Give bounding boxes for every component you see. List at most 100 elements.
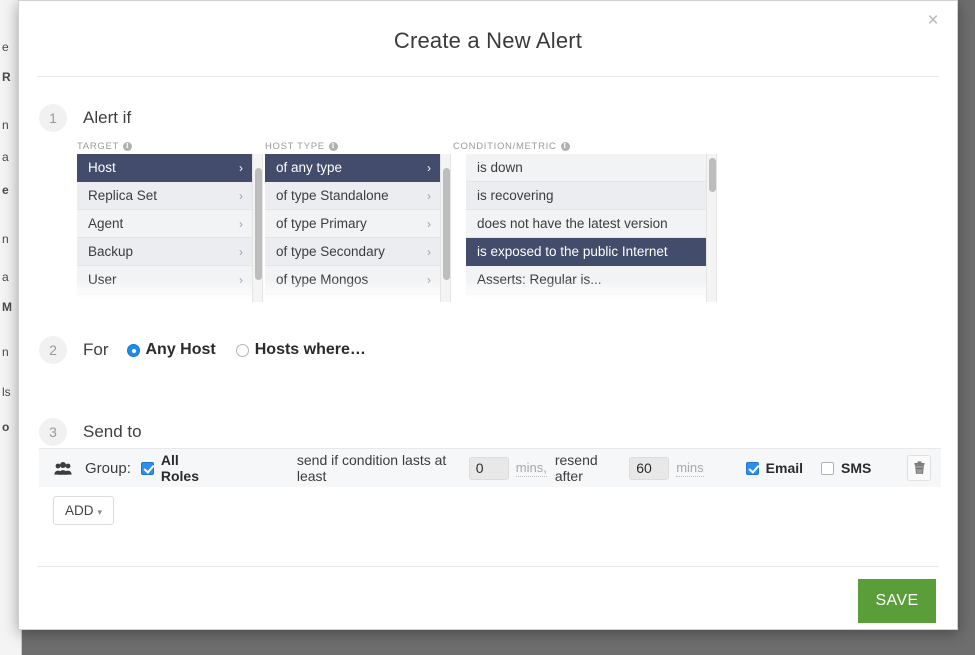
- host-scope-label: Hosts where…: [254, 341, 366, 358]
- picker-option-list[interactable]: Host›Replica Set›Agent›Backup›User›Group…: [77, 154, 252, 302]
- picker-option-label: Agent: [88, 216, 124, 231]
- picker-option-label: of any type: [276, 160, 343, 175]
- background-text-fragment: n: [2, 345, 9, 359]
- picker-option-label: of type Primary: [276, 216, 367, 231]
- picker-column-title: TARGET: [77, 141, 120, 152]
- step-2-number: 2: [39, 336, 67, 364]
- chevron-right-icon: ›: [427, 245, 431, 259]
- add-button-label: ADD: [65, 503, 94, 518]
- picker-option[interactable]: is down: [466, 154, 706, 182]
- background-text-fragment: R: [2, 70, 11, 84]
- picker-option-label: of type Standalone: [276, 188, 389, 203]
- background-text-fragment: ls: [2, 385, 11, 399]
- picker-option[interactable]: Host ›: [77, 154, 252, 182]
- picker-option[interactable]: Backup ›: [77, 238, 252, 266]
- picker-scrollbar[interactable]: [706, 154, 717, 302]
- picker-option[interactable]: Asserts: Warning is...: [466, 294, 706, 302]
- condition-picker: TARGET i Host › Replica Set › Agent › Backup › Use…: [77, 139, 717, 302]
- sms-checkbox[interactable]: [821, 461, 835, 475]
- radio-button[interactable]: [126, 343, 140, 357]
- host-scope-label: Any Host: [145, 341, 216, 358]
- chevron-right-icon: ›: [427, 273, 431, 287]
- picker-option[interactable]: Replica Set ›: [77, 182, 252, 210]
- scrollbar-thumb[interactable]: [443, 168, 450, 280]
- picker-option-label: is exposed to the public Internet: [477, 244, 668, 259]
- picker-option[interactable]: Group ›: [77, 294, 252, 302]
- picker-option[interactable]: does not have the latest version: [466, 210, 706, 238]
- step-send-to: 3 Send to: [19, 418, 957, 446]
- radio-button[interactable]: [235, 343, 249, 357]
- add-button[interactable]: ADD ▾: [53, 496, 115, 525]
- step-for: 2 For Any Host Hosts where…: [19, 336, 957, 364]
- info-icon[interactable]: i: [328, 142, 338, 151]
- picker-option[interactable]: of type Primary ›: [265, 210, 440, 238]
- picker-option-label: Asserts: Warning is...: [477, 300, 604, 302]
- picker-option[interactable]: Agent ›: [77, 210, 252, 238]
- condition-duration-label: send if condition lasts at least: [296, 452, 447, 484]
- picker-column-2: HOST TYPE i of any type › of type Standalone…: [265, 139, 453, 302]
- background-text-fragment: n: [2, 232, 9, 246]
- picker-column-title: HOST TYPE: [265, 141, 325, 152]
- background-text-fragment: a: [2, 150, 9, 164]
- notification-panel: Group: All Roles send if condition lasts…: [39, 448, 941, 525]
- step-1-number: 1: [39, 104, 67, 132]
- step-2-header: 2 For Any Host Hosts where…: [19, 336, 957, 364]
- background-text-fragment: e: [2, 40, 9, 54]
- header-divider: [37, 76, 939, 77]
- picker-option-label: of type Mongos: [276, 272, 369, 287]
- chevron-right-icon: ›: [239, 217, 243, 231]
- picker-column-title: CONDITION/METRIC: [453, 141, 557, 152]
- chevron-right-icon: ›: [427, 217, 431, 231]
- picker-option[interactable]: is exposed to the public Internet: [466, 238, 706, 266]
- picker-option-label: Host: [88, 160, 116, 175]
- picker-option[interactable]: of type Mongos ›: [265, 266, 440, 294]
- chevron-right-icon: ›: [427, 294, 431, 302]
- picker-option[interactable]: of type Config ›: [265, 294, 440, 302]
- picker-column-header: CONDITION/METRIC i: [453, 139, 706, 154]
- picker-column-1: TARGET i Host › Replica Set › Agent › Backup › Use…: [77, 139, 265, 302]
- picker-option[interactable]: User ›: [77, 266, 252, 294]
- step-3-header: 3 Send to: [19, 418, 957, 446]
- users-group-icon: [53, 461, 73, 475]
- info-icon[interactable]: i: [123, 142, 133, 151]
- picker-scrollbar[interactable]: [252, 154, 263, 302]
- create-alert-modal: Create a New Alert × 1 Alert if TARGET i H…: [18, 0, 958, 630]
- delay-unit-label: mins,: [515, 459, 547, 477]
- picker-option-list[interactable]: is down is recovering does not have the la…: [466, 154, 706, 302]
- modal-header: Create a New Alert ×: [19, 1, 957, 77]
- resend-label: resend after: [554, 452, 598, 484]
- chevron-right-icon: ›: [239, 189, 243, 203]
- resend-minutes-input[interactable]: [629, 456, 670, 480]
- info-icon[interactable]: i: [560, 142, 570, 151]
- step-alert-if: 1 Alert if: [19, 104, 957, 132]
- chevron-down-icon: ▾: [97, 507, 103, 517]
- scrollbar-thumb[interactable]: [255, 168, 262, 280]
- delete-notification-button[interactable]: [907, 455, 932, 481]
- all-roles-checkbox[interactable]: [140, 461, 154, 475]
- picker-option-label: Asserts: Regular is...: [477, 272, 602, 287]
- picker-column-header: HOST TYPE i: [265, 139, 453, 154]
- save-button[interactable]: SAVE: [858, 579, 936, 623]
- background-text-fragment: o: [2, 420, 10, 434]
- add-recipient-wrap: ADD ▾: [39, 487, 941, 525]
- host-scope-option[interactable]: Any Host: [126, 341, 216, 359]
- close-icon[interactable]: ×: [921, 9, 945, 33]
- picker-option-label: is recovering: [477, 188, 554, 203]
- delay-minutes-input[interactable]: [468, 456, 509, 480]
- picker-option-list[interactable]: of any type › of type Standalone › of type P…: [265, 154, 440, 302]
- picker-option-label: Replica Set: [88, 188, 158, 203]
- picker-option[interactable]: of type Standalone ›: [265, 182, 440, 210]
- step-1-label: Alert if: [83, 108, 132, 127]
- sms-label: SMS: [841, 460, 872, 476]
- chevron-right-icon: ›: [239, 294, 243, 302]
- picker-option[interactable]: of any type ›: [265, 154, 440, 182]
- scrollbar-thumb[interactable]: [709, 158, 716, 192]
- picker-option[interactable]: is recovering: [466, 182, 706, 210]
- picker-scrollbar[interactable]: [440, 154, 451, 302]
- email-checkbox[interactable]: [745, 461, 759, 475]
- host-scope-option[interactable]: Hosts where…: [235, 341, 366, 359]
- picker-option[interactable]: Asserts: Regular is...: [466, 266, 706, 294]
- chevron-right-icon: ›: [427, 161, 431, 175]
- picker-option-label: Backup: [88, 244, 134, 259]
- picker-option[interactable]: of type Secondary ›: [265, 238, 440, 266]
